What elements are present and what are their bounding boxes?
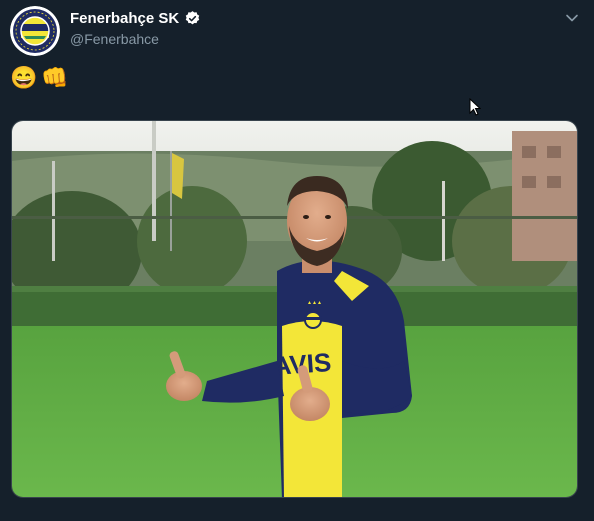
avatar[interactable] [10,6,60,56]
chevron-down-icon[interactable] [564,10,580,26]
photo-image: AVIS [12,121,577,497]
tweet: Fenerbahçe SK @Fenerbahce 😄 👊 AVIS [0,0,594,521]
display-name[interactable]: Fenerbahçe SK [70,10,179,27]
tweet-header: Fenerbahçe SK @Fenerbahce [70,10,201,47]
tweet-photo[interactable]: AVIS [11,120,578,498]
grinning-face-emoji: 😄 [10,65,38,90]
handle[interactable]: @Fenerbahce [70,31,201,47]
verified-badge-icon [184,10,201,27]
tweet-text: 😄 👊 [10,64,69,92]
mouse-cursor-icon [469,97,482,116]
fenerbahce-crest-icon [10,6,60,56]
name-row: Fenerbahçe SK [70,10,201,27]
fist-bump-emoji: 👊 [41,65,69,90]
